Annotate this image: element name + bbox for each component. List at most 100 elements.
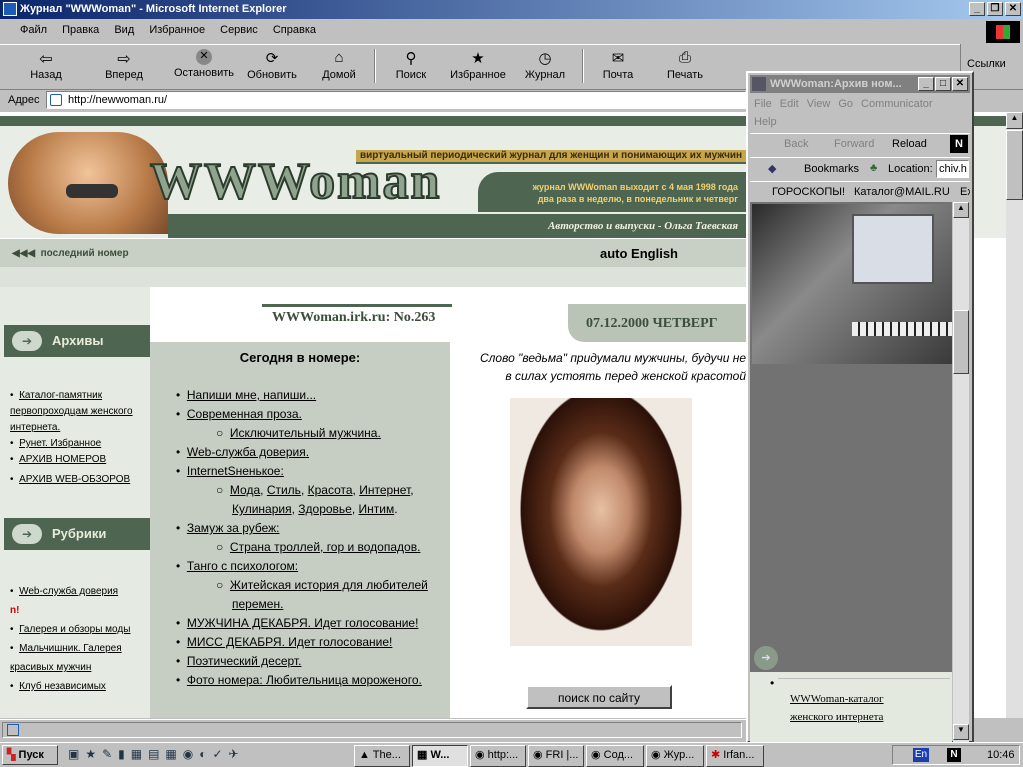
toc-link[interactable]: InternetSненькое: (187, 464, 284, 478)
archive-item[interactable]: • Рунет. Избранное (10, 436, 150, 452)
popup-menu-file[interactable]: File (754, 98, 772, 110)
location-input[interactable]: chiv.h (936, 160, 969, 178)
rubric-link[interactable]: Клуб независимых (19, 681, 106, 692)
scroll-up-icon[interactable]: ▲ (1006, 112, 1023, 129)
toc-item[interactable]: • Поэтический десерт. (176, 652, 448, 671)
toc-link[interactable]: Современная проза. (187, 407, 302, 421)
toc-item[interactable]: • InternetSненькое: (176, 462, 448, 481)
toc-link[interactable]: Замуж за рубеж: (187, 521, 280, 535)
toc-item[interactable]: • Замуж за рубеж: (176, 519, 448, 538)
popup-close-button[interactable]: ✕ (952, 77, 968, 91)
toc-link[interactable]: Web-служба доверия. (187, 445, 309, 459)
toc-link[interactable]: Поэтический десерт. (187, 654, 302, 668)
task-button[interactable]: ◉ Сод... (586, 745, 644, 767)
popup-catalog-link[interactable]: WWWoman-каталог женского интернета (790, 690, 910, 726)
toc-subitem[interactable]: ○ Житейская история для любителей переме… (192, 576, 448, 614)
toc-item[interactable]: • Танго с психологом: (176, 557, 448, 576)
rubric-link[interactable]: Web-служба доверия (19, 586, 118, 597)
history-button[interactable]: ◷ Журнал (520, 49, 570, 81)
popup-menu-edit[interactable]: Edit (780, 98, 799, 110)
auto-english-link[interactable]: auto English (600, 246, 678, 261)
archive-item[interactable]: • АРХИВ WEB-ОБЗОРОВ (10, 472, 150, 488)
favorites-button[interactable]: ★ Избранное (444, 49, 512, 81)
popup-menu-help[interactable]: Help (754, 116, 777, 128)
toc-link[interactable]: Страна троллей, гор и водопадов. (230, 540, 421, 554)
toc-item[interactable]: • Напиши мне, напиши... (176, 386, 448, 405)
toc-link[interactable]: Интим (359, 502, 395, 516)
task-button[interactable]: ▲ The... (354, 745, 410, 767)
close-button[interactable]: ✕ (1005, 2, 1021, 16)
search-button[interactable]: ⚲ Поиск (388, 49, 434, 81)
toc-link[interactable]: Мода (230, 483, 260, 497)
popup-scroll-down-icon[interactable]: ▼ (953, 724, 969, 740)
toc-link[interactable]: Красота (308, 483, 353, 497)
popup-back-button[interactable]: Back (784, 138, 808, 150)
scroll-thumb[interactable] (1006, 130, 1023, 200)
popup-reload-button[interactable]: Reload (892, 138, 927, 150)
menu-file[interactable]: Файл (20, 24, 47, 36)
popup-minimize-button[interactable]: _ (918, 77, 934, 91)
minimize-button[interactable]: _ (969, 2, 985, 16)
language-indicator[interactable]: En (913, 748, 929, 762)
toc-subitem[interactable]: ○ Исключительный мужчина. (176, 424, 448, 443)
print-button[interactable]: ⎙ Печать (660, 49, 710, 81)
toc-item[interactable]: • МУЖЧИНА ДЕКАБРЯ. Идет голосование! (176, 614, 448, 633)
popup-menu-view[interactable]: View (807, 98, 831, 110)
toc-link[interactable]: Кулинария (232, 502, 292, 516)
menu-tools[interactable]: Сервис (220, 24, 258, 36)
netscape-tray-icon[interactable]: N (947, 748, 961, 762)
toc-link[interactable]: Напиши мне, напиши... (187, 388, 316, 402)
refresh-button[interactable]: ⟳ Обновить (242, 49, 302, 81)
forward-button[interactable]: ⇨ Вперед (96, 49, 152, 81)
rubric-link[interactable]: Галерея и обзоры моды (19, 624, 130, 635)
toc-link[interactable]: Интернет (359, 483, 410, 497)
rubric-link[interactable]: Мальчишник. Галерея красивых мужчин (10, 643, 122, 673)
address-input[interactable]: http://newwoman.ru/ (46, 91, 746, 109)
restore-button[interactable]: ❐ (987, 2, 1003, 16)
last-issue-link[interactable]: ◀◀◀ последний номер (12, 248, 129, 259)
archive-link[interactable]: АРХИВ WEB-ОБЗОРОВ (19, 474, 130, 485)
task-button[interactable]: ◉ FRI |... (528, 745, 584, 767)
archive-item[interactable]: • АРХИВ НОМЕРОВ (10, 452, 150, 468)
mail-button[interactable]: ✉ Почта (596, 49, 640, 81)
toc-link[interactable]: Фото номера: Любительница мороженого. (187, 673, 422, 687)
popup-link-catalog[interactable]: Каталог@MAIL.RU (854, 186, 950, 198)
toc-link[interactable]: Исключительный мужчина. (230, 426, 381, 440)
rubric-item[interactable]: • Клуб независимых (10, 677, 150, 696)
popup-menu-go[interactable]: Go (838, 98, 853, 110)
popup-forward-button[interactable]: Forward (834, 138, 874, 150)
popup-scroll-up-icon[interactable]: ▲ (953, 202, 969, 218)
home-button[interactable]: ⌂ Домой (314, 49, 364, 81)
rubric-item[interactable]: • Галерея и обзоры моды (10, 620, 150, 639)
toc-item[interactable]: • Web-служба доверия. (176, 443, 448, 462)
task-button[interactable]: ◉ http:... (470, 745, 526, 767)
toc-item[interactable]: • МИСС ДЕКАБРЯ. Идет голосование! (176, 633, 448, 652)
popup-scrollbar[interactable]: ▲ ▼ (953, 202, 969, 742)
rubric-item[interactable]: • Мальчишник. Галерея красивых мужчин (10, 639, 150, 677)
archive-item[interactable]: • Каталог-памятник первопроходцам женско… (10, 388, 150, 436)
back-button[interactable]: ⇦ Назад (18, 49, 74, 81)
popup-menu-communicator[interactable]: Communicator (861, 98, 933, 110)
bookmarks-button[interactable]: Bookmarks (804, 163, 859, 175)
popup-link-horoscopes[interactable]: ГОРОСКОПЫ! (772, 186, 845, 198)
popup-scroll-thumb[interactable] (953, 310, 969, 374)
stop-button[interactable]: ✕ Остановить (170, 49, 238, 79)
start-button[interactable]: ▚ Пуск (2, 745, 58, 765)
task-button[interactable]: ✱ Irfan... (706, 745, 764, 767)
toc-link[interactable]: МУЖЧИНА ДЕКАБРЯ. Идет голосование! (187, 616, 419, 630)
popup-maximize-button[interactable]: □ (935, 77, 951, 91)
toc-subitem[interactable]: ○ Страна троллей, гор и водопадов. (176, 538, 448, 557)
toc-link[interactable]: Здоровье (298, 502, 352, 516)
menu-help[interactable]: Справка (273, 24, 316, 36)
toc-link[interactable]: МИСС ДЕКАБРЯ. Идет голосование! (187, 635, 393, 649)
menu-edit[interactable]: Правка (62, 24, 99, 36)
site-search-button[interactable]: поиск по сайту (526, 685, 672, 709)
rubric-item[interactable]: • Web-служба доверия (10, 582, 150, 601)
toc-item[interactable]: • Фото номера: Любительница мороженого. (176, 671, 448, 690)
archive-link[interactable]: Каталог-памятник первопроходцам женского… (10, 390, 133, 433)
main-scrollbar[interactable]: ▲ (1006, 112, 1023, 718)
task-button-active[interactable]: ▦ W... (412, 745, 468, 767)
toc-link[interactable]: Стиль (267, 483, 301, 497)
archive-link[interactable]: Рунет. Избранное (19, 438, 101, 449)
quick-launch[interactable]: ▣★✎▮▦▤▦◉◐✓✈ (68, 747, 348, 765)
